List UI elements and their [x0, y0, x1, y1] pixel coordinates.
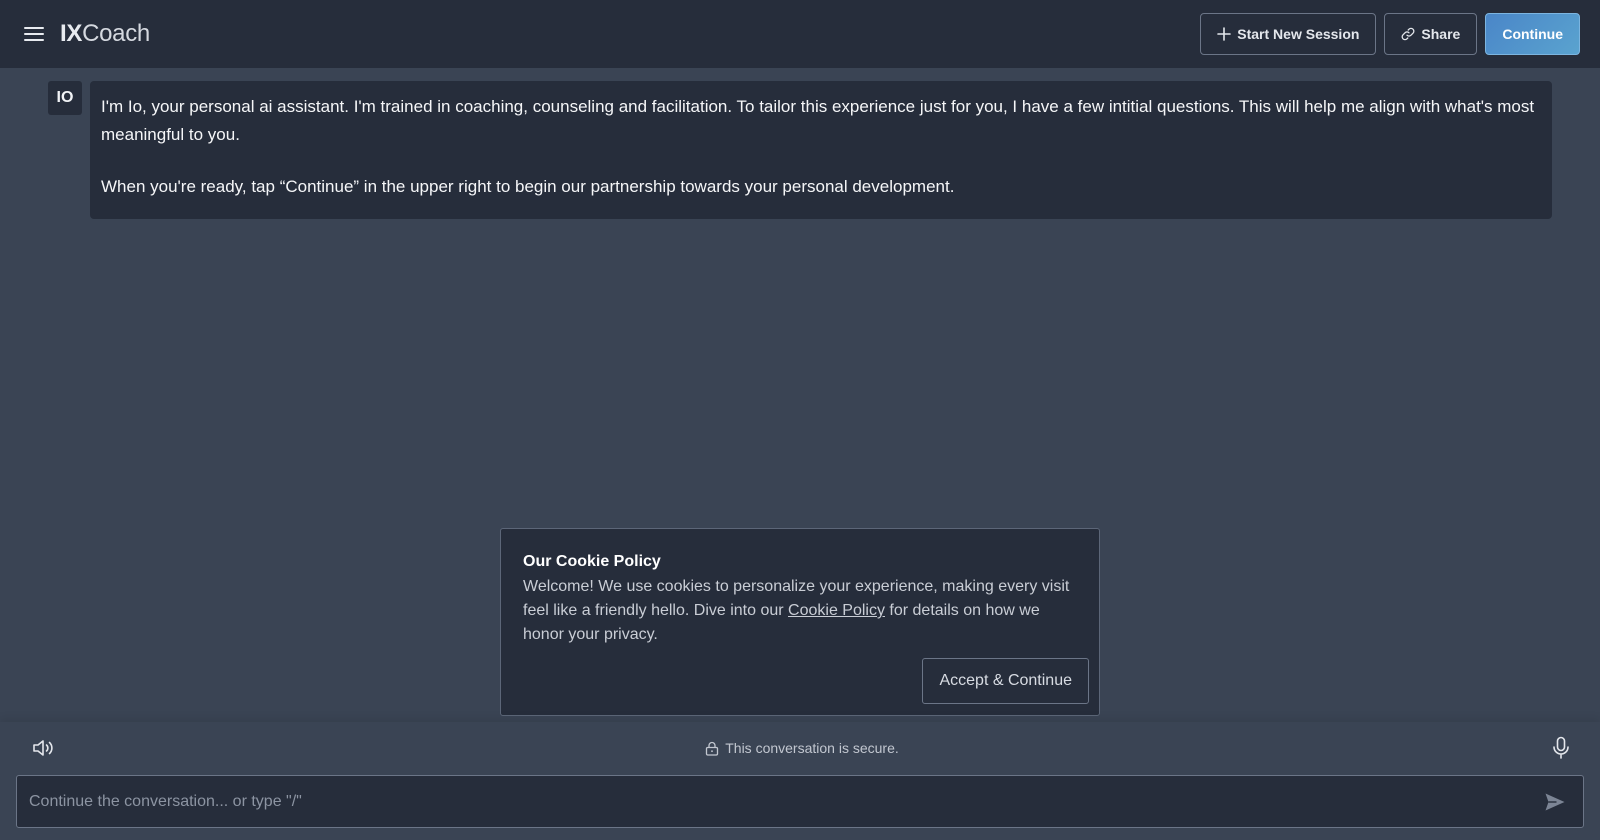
logo-bold-text: IX: [60, 20, 83, 47]
app-header: IXCoach Start New Session Share Continue: [0, 0, 1600, 68]
cookie-policy-title: Our Cookie Policy: [523, 553, 661, 570]
app-logo[interactable]: IXCoach: [60, 20, 150, 48]
accept-continue-button[interactable]: Accept & Continue: [922, 658, 1089, 704]
header-actions: Start New Session Share Continue: [1200, 13, 1580, 55]
continue-button[interactable]: Continue: [1485, 13, 1580, 55]
share-label: Share: [1421, 26, 1461, 42]
cookie-policy-link[interactable]: Cookie Policy: [788, 602, 885, 619]
chat-input[interactable]: [29, 792, 1541, 811]
link-icon: [1401, 27, 1415, 41]
chat-footer: This conversation is secure.: [0, 722, 1600, 840]
cookie-policy-text: Welcome! We use cookies to personalize y…: [523, 575, 1073, 647]
assistant-message: IO I'm Io, your personal ai assistant. I…: [48, 81, 1552, 219]
hamburger-menu-icon[interactable]: [24, 24, 44, 44]
lock-icon: [706, 741, 719, 756]
cookie-policy-dialog: Our Cookie Policy Welcome! We use cookie…: [500, 528, 1100, 716]
plus-icon: [1217, 27, 1232, 41]
microphone-icon[interactable]: [1548, 735, 1574, 761]
secure-notice: This conversation is secure.: [705, 740, 899, 756]
start-new-session-label: Start New Session: [1237, 26, 1360, 42]
send-icon[interactable]: [1541, 788, 1569, 816]
message-paragraph-2: When you're ready, tap “Continue” in the…: [101, 177, 955, 196]
message-bubble: I'm Io, your personal ai assistant. I'm …: [90, 81, 1552, 219]
share-button[interactable]: Share: [1384, 13, 1478, 55]
logo-light-text: Coach: [82, 20, 150, 47]
speaker-icon[interactable]: [30, 735, 56, 761]
avatar: IO: [48, 81, 82, 115]
start-new-session-button[interactable]: Start New Session: [1200, 13, 1377, 55]
header-left: IXCoach: [24, 20, 150, 48]
footer-toolbar: This conversation is secure.: [0, 722, 1600, 774]
secure-text: This conversation is secure.: [725, 740, 899, 756]
chat-input-container: [16, 775, 1584, 828]
message-paragraph-1: I'm Io, your personal ai assistant. I'm …: [101, 97, 1535, 144]
